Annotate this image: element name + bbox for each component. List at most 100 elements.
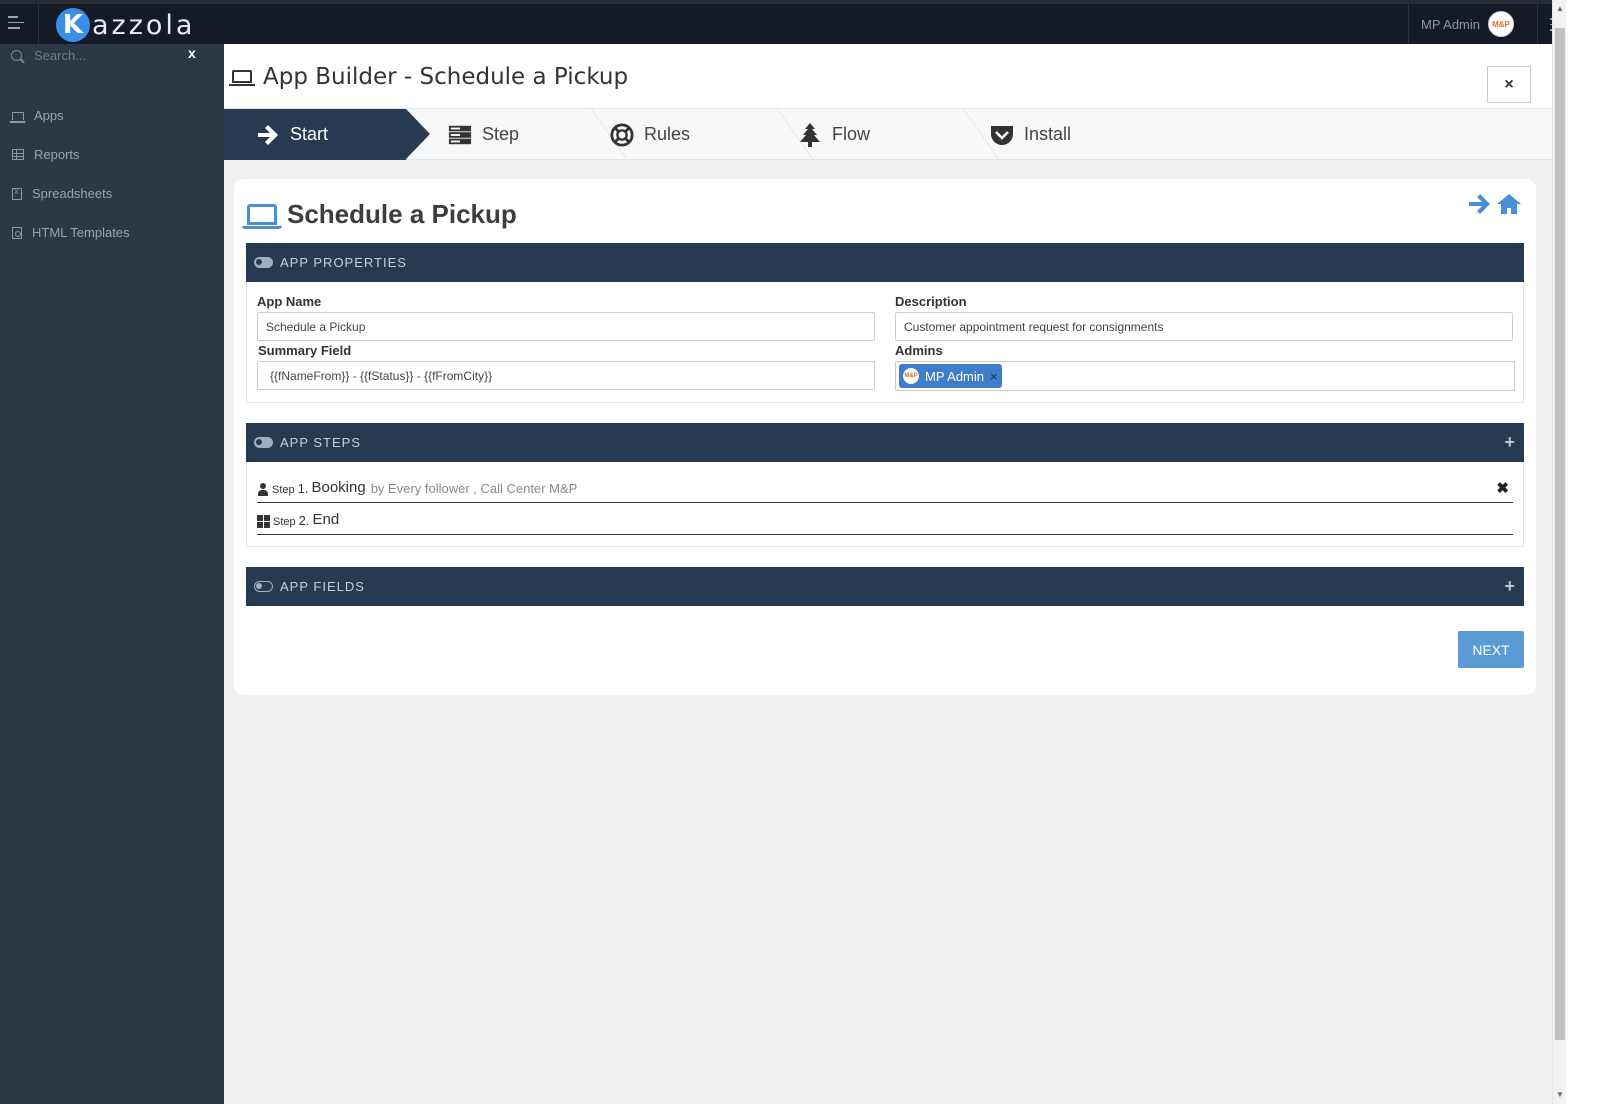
sidebar-item-label: Apps xyxy=(34,108,64,123)
sidebar-item-spreadsheets[interactable]: Spreadsheets xyxy=(0,174,224,213)
scroll-up-icon[interactable]: ▲ xyxy=(1556,4,1564,13)
admin-tag-label: MP Admin xyxy=(925,368,985,384)
step-number: 2. xyxy=(298,513,310,528)
step-name: Booking xyxy=(311,479,366,496)
sidebar-item-label: HTML Templates xyxy=(32,225,130,240)
logo-text: azzola xyxy=(92,9,196,41)
main-content: App Builder - Schedule a Pickup × Start … xyxy=(224,44,1552,1104)
tree-icon xyxy=(798,122,822,147)
panel-title: APP PROPERTIES xyxy=(280,255,407,270)
arrow-right-icon[interactable] xyxy=(1468,193,1492,222)
home-icon[interactable] xyxy=(1496,193,1522,222)
page-title: App Builder - Schedule a Pickup xyxy=(263,64,629,90)
app-properties-panel: APP PROPERTIES App Name Schedule a Picku… xyxy=(246,243,1524,403)
divider xyxy=(38,4,39,44)
wizard-step-step[interactable]: Step xyxy=(406,109,592,160)
description-input[interactable]: Customer appointment request for consign… xyxy=(895,312,1513,341)
panel-header[interactable]: APP STEPS + xyxy=(246,423,1524,462)
step-assignees: by Every follower , Call Center M&P xyxy=(370,481,578,496)
sidebar-item-html-templates[interactable]: HTML Templates xyxy=(0,213,224,252)
laptop-icon xyxy=(229,70,255,86)
card-actions xyxy=(1468,193,1522,222)
avatar: M&P xyxy=(903,368,919,384)
toggle-off-icon[interactable] xyxy=(254,581,273,592)
app-title: Schedule a Pickup xyxy=(287,199,517,229)
panel-body: Step 1. Booking by Every follower , Call… xyxy=(246,462,1524,547)
sidebar-item-label: Reports xyxy=(34,147,80,162)
table-icon xyxy=(12,149,24,160)
wizard-steps: Start Step Rules Flow Install xyxy=(224,109,1552,160)
sidebar-item-label: Spreadsheets xyxy=(32,186,113,201)
step-row[interactable]: Step 1. Booking by Every follower , Call… xyxy=(257,479,1513,503)
sidebar-nav: Apps Reports Spreadsheets HTML Templates xyxy=(0,96,224,252)
menu-toggle-icon[interactable] xyxy=(8,16,26,32)
wizard-step-label: Flow xyxy=(832,124,871,144)
wizard-step-label: Install xyxy=(1024,124,1072,144)
app-name-label: App Name xyxy=(257,294,322,309)
scroll-down-icon[interactable]: ▼ xyxy=(1556,1090,1564,1099)
close-button[interactable]: × xyxy=(1487,66,1531,103)
user-menu[interactable]: MP Admin M&P xyxy=(1407,4,1514,44)
add-step-icon[interactable]: + xyxy=(1504,432,1516,453)
file-code-icon xyxy=(12,226,22,239)
wizard-step-flow[interactable]: Flow xyxy=(778,109,964,160)
laptop-icon xyxy=(10,111,25,123)
toggle-on-icon[interactable] xyxy=(254,437,273,448)
step-prefix: Step xyxy=(272,484,295,496)
page-scrollbar[interactable]: ▲ ▼ xyxy=(1552,0,1566,1104)
search-icon xyxy=(11,49,22,61)
step-row[interactable]: Step 2. End xyxy=(257,511,1513,535)
admins-label: Admins xyxy=(895,343,943,358)
sidebar-item-apps[interactable]: Apps xyxy=(0,96,224,135)
page-header: App Builder - Schedule a Pickup × xyxy=(224,44,1552,109)
life-ring-icon xyxy=(610,122,634,147)
scrollbar-thumb[interactable] xyxy=(1555,28,1565,1040)
kazzola-logo[interactable]: K azzola xyxy=(56,8,195,42)
user-name: MP Admin xyxy=(1420,16,1480,32)
admin-tag[interactable]: M&P MP Admin × xyxy=(899,364,1002,388)
wizard-step-install[interactable]: Install xyxy=(964,109,1071,160)
add-field-icon[interactable]: + xyxy=(1504,576,1516,597)
windows-icon xyxy=(257,515,270,528)
delete-step-icon[interactable]: ✖ xyxy=(1496,479,1509,497)
summary-field-input[interactable]: {{fNameFrom}} - {{fStatus}} - {{fFromCit… xyxy=(257,361,875,390)
search-input[interactable] xyxy=(34,47,174,63)
panel-body: App Name Schedule a Pickup Description C… xyxy=(246,282,1524,403)
divider xyxy=(1537,4,1538,44)
arrow-right-icon xyxy=(256,123,280,147)
top-navbar: K azzola MP Admin M&P xyxy=(0,0,1582,44)
user-icon xyxy=(257,483,269,496)
app-name-input[interactable]: Schedule a Pickup xyxy=(257,312,875,341)
sidebar-item-reports[interactable]: Reports xyxy=(0,135,224,174)
next-button[interactable]: NEXT xyxy=(1458,631,1524,668)
wizard-step-label: Step xyxy=(482,124,520,144)
admins-input[interactable]: M&P MP Admin × xyxy=(895,361,1515,391)
app-card: Schedule a Pickup APP PROPERTIES App Nam… xyxy=(234,179,1536,695)
logo-mark: K xyxy=(56,8,90,42)
toggle-on-icon[interactable] xyxy=(254,257,273,268)
panel-title: APP STEPS xyxy=(280,435,362,450)
avatar: M&P xyxy=(1488,11,1514,37)
step-name: End xyxy=(312,511,340,528)
panel-header[interactable]: APP PROPERTIES xyxy=(246,243,1524,282)
window-edge xyxy=(1566,0,1598,1104)
pocket-icon xyxy=(990,123,1014,147)
wizard-step-rules[interactable]: Rules xyxy=(592,109,778,160)
sidebar-search: x xyxy=(0,44,224,66)
card-title: Schedule a Pickup xyxy=(242,199,517,230)
remove-tag-icon[interactable]: × xyxy=(990,369,998,384)
app-fields-panel: APP FIELDS + xyxy=(246,567,1524,606)
wizard-step-start[interactable]: Start xyxy=(224,109,430,160)
description-label: Description xyxy=(895,294,967,309)
panel-header[interactable]: APP FIELDS + xyxy=(246,567,1524,606)
laptop-icon xyxy=(242,204,282,229)
sidebar: x Apps Reports Spreadsheets HTML Templat… xyxy=(0,44,224,1104)
server-icon xyxy=(448,123,472,147)
step-prefix: Step xyxy=(273,516,296,528)
wizard-step-label: Rules xyxy=(644,124,691,144)
file-excel-icon xyxy=(12,186,22,200)
search-clear-button[interactable]: x xyxy=(188,45,196,61)
app-steps-panel: APP STEPS + Step 1. Booking by Every fol… xyxy=(246,423,1524,547)
summary-field-label: Summary Field xyxy=(258,343,352,358)
wizard-step-label: Start xyxy=(290,124,329,144)
